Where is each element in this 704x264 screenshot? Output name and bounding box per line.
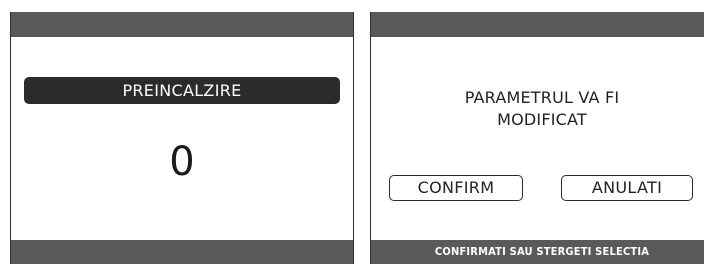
parameter-title: PREINCALZIRE: [24, 77, 340, 104]
preheat-screen: PREINCALZIRE 0: [10, 12, 354, 264]
message-line-1: PARAMETRUL VA FI: [464, 88, 620, 107]
cancel-button[interactable]: ANULATI: [561, 175, 693, 201]
bottom-status-bar: [11, 240, 353, 264]
parameter-value: 0: [169, 139, 195, 185]
confirm-button[interactable]: CONFIRM: [389, 175, 523, 201]
top-status-bar: [371, 12, 704, 37]
confirmation-message: PARAMETRUL VA FI MODIFICAT: [371, 87, 704, 131]
confirm-change-screen: PARAMETRUL VA FI MODIFICAT CONFIRM ANULA…: [370, 12, 704, 264]
top-status-bar: [11, 12, 353, 37]
message-line-2: MODIFICAT: [497, 110, 587, 129]
instruction-footer: CONFIRMATI SAU STERGETI SELECTIA: [371, 240, 704, 264]
